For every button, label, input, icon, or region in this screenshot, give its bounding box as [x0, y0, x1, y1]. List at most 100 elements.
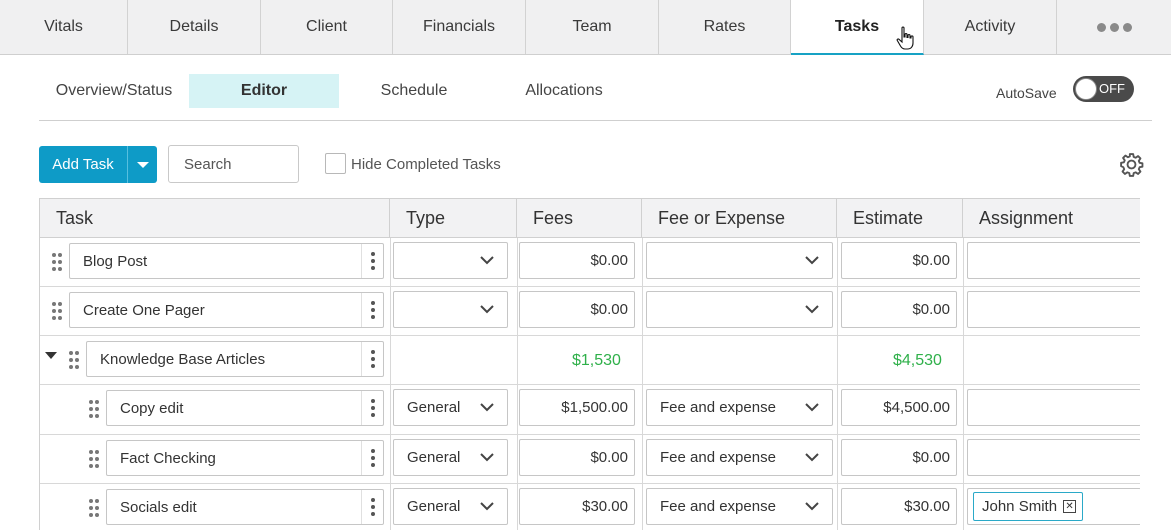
hand-pointer-cursor-icon: [896, 26, 914, 50]
drag-handle-icon[interactable]: [69, 351, 79, 369]
assignment-field[interactable]: [967, 291, 1140, 328]
estimate-input[interactable]: $0.00: [841, 439, 957, 476]
kebab-menu-icon[interactable]: [361, 342, 383, 376]
estimate-input[interactable]: $0.00: [841, 291, 957, 328]
column-header-task: Task: [40, 199, 390, 237]
hide-completed-checkbox[interactable]: [325, 153, 346, 174]
drag-handle-icon[interactable]: [89, 499, 99, 517]
fee-or-expense-select[interactable]: [646, 291, 833, 328]
type-value: General: [407, 498, 461, 515]
fee-or-expense-select[interactable]: Fee and expense: [646, 389, 833, 426]
drag-handle-icon[interactable]: [89, 400, 99, 418]
task-name: Blog Post: [83, 252, 148, 270]
type-value: General: [407, 399, 461, 416]
assignment-field[interactable]: John Smith ✕: [967, 488, 1140, 525]
top-tab-bar: Vitals Details Client Financials Team Ra…: [0, 0, 1171, 55]
tab-client[interactable]: Client: [261, 0, 393, 54]
fee-or-expense-select[interactable]: [646, 242, 833, 279]
task-name: Fact Checking: [120, 449, 216, 467]
assignment-field[interactable]: [967, 389, 1140, 426]
fees-total: $1,530: [572, 352, 621, 369]
drag-handle-icon[interactable]: [89, 450, 99, 468]
toggle-state-label: OFF: [1099, 81, 1125, 96]
estimate-input[interactable]: $0.00: [841, 242, 957, 279]
chevron-down-icon: [480, 305, 494, 314]
chevron-down-icon: [480, 502, 494, 511]
add-task-button[interactable]: Add Task: [39, 146, 127, 183]
table-row: Copy edit General $1,500.00 Fee and expe…: [40, 385, 1140, 435]
subtab-allocations[interactable]: Allocations: [489, 74, 639, 108]
table-row: Create One Pager $0.00 $0.00: [40, 287, 1140, 336]
table-row-group: Knowledge Base Articles $1,530 $4,530: [40, 336, 1140, 385]
fee-or-expense-value: Fee and expense: [660, 498, 776, 515]
chevron-down-icon: [805, 453, 819, 462]
tab-activity[interactable]: Activity: [924, 0, 1057, 54]
more-tabs-button[interactable]: [1057, 0, 1171, 54]
drag-handle-icon[interactable]: [52, 253, 62, 271]
table-row: Socials edit General $30.00 Fee and expe…: [40, 484, 1140, 530]
kebab-menu-icon[interactable]: [361, 441, 383, 475]
tab-financials[interactable]: Financials: [393, 0, 526, 54]
kebab-menu-icon[interactable]: [361, 391, 383, 425]
fee-or-expense-select[interactable]: Fee and expense: [646, 439, 833, 476]
sub-nav: Overview/Status Editor Schedule Allocati…: [39, 74, 639, 108]
remove-assignee-icon[interactable]: ✕: [1063, 500, 1077, 513]
chevron-down-icon: [805, 403, 819, 412]
column-header-assignment: Assignment: [979, 207, 1074, 228]
type-select[interactable]: General: [393, 488, 508, 525]
tab-vitals[interactable]: Vitals: [0, 0, 128, 54]
fees-input[interactable]: $30.00: [519, 488, 635, 525]
table-row: Fact Checking General $0.00 Fee and expe…: [40, 435, 1140, 484]
task-group-name-field[interactable]: Knowledge Base Articles: [86, 341, 384, 377]
estimate-total: $4,530: [893, 352, 942, 369]
fees-input[interactable]: $0.00: [519, 242, 635, 279]
kebab-menu-icon[interactable]: [361, 490, 383, 524]
chevron-down-icon: [480, 403, 494, 412]
chevron-down-icon: [805, 256, 819, 265]
task-name: Socials edit: [120, 498, 197, 516]
task-name-field[interactable]: Blog Post: [69, 243, 384, 279]
assignment-field[interactable]: [967, 439, 1140, 476]
gear-icon[interactable]: [1119, 152, 1144, 177]
task-name-field[interactable]: Fact Checking: [106, 440, 384, 476]
fees-input[interactable]: $1,500.00: [519, 389, 635, 426]
hide-completed-label[interactable]: Hide Completed Tasks: [351, 156, 501, 173]
section-divider: [39, 120, 1152, 121]
assignment-field[interactable]: [967, 242, 1140, 279]
search-input[interactable]: [168, 145, 299, 183]
subtab-overview-status[interactable]: Overview/Status: [39, 74, 189, 108]
column-header-type: Type: [390, 199, 517, 237]
subtab-schedule[interactable]: Schedule: [339, 74, 489, 108]
task-name-field[interactable]: Socials edit: [106, 489, 384, 525]
tab-rates[interactable]: Rates: [659, 0, 791, 54]
toggle-knob: [1075, 78, 1097, 100]
type-select[interactable]: [393, 242, 508, 279]
task-name-field[interactable]: Copy edit: [106, 390, 384, 426]
fee-or-expense-value: Fee and expense: [660, 399, 776, 416]
kebab-menu-icon[interactable]: [361, 244, 383, 278]
fee-or-expense-select[interactable]: Fee and expense: [646, 488, 833, 525]
autosave-toggle[interactable]: OFF: [1073, 76, 1134, 102]
collapse-caret-icon[interactable]: [45, 352, 57, 359]
caret-down-icon: [136, 161, 149, 168]
task-name: Create One Pager: [83, 301, 205, 319]
tab-details[interactable]: Details: [128, 0, 261, 54]
more-horizontal-icon: [1096, 22, 1132, 32]
task-name-field[interactable]: Create One Pager: [69, 292, 384, 328]
drag-handle-icon[interactable]: [52, 302, 62, 320]
fee-or-expense-value: Fee and expense: [660, 449, 776, 466]
kebab-menu-icon[interactable]: [361, 293, 383, 327]
tab-team[interactable]: Team: [526, 0, 659, 54]
fees-input[interactable]: $0.00: [519, 291, 635, 328]
add-task-dropdown-button[interactable]: [127, 146, 157, 183]
type-select[interactable]: General: [393, 439, 508, 476]
fees-input[interactable]: $0.00: [519, 439, 635, 476]
type-select[interactable]: General: [393, 389, 508, 426]
type-select[interactable]: [393, 291, 508, 328]
estimate-input[interactable]: $30.00: [841, 488, 957, 525]
chevron-down-icon: [805, 305, 819, 314]
estimate-input[interactable]: $4,500.00: [841, 389, 957, 426]
subtab-editor[interactable]: Editor: [189, 74, 339, 108]
table-header: Task Type Fees Fee or Expense Estimate A…: [40, 199, 1140, 238]
table-row: Blog Post $0.00 $0.00: [40, 238, 1140, 287]
